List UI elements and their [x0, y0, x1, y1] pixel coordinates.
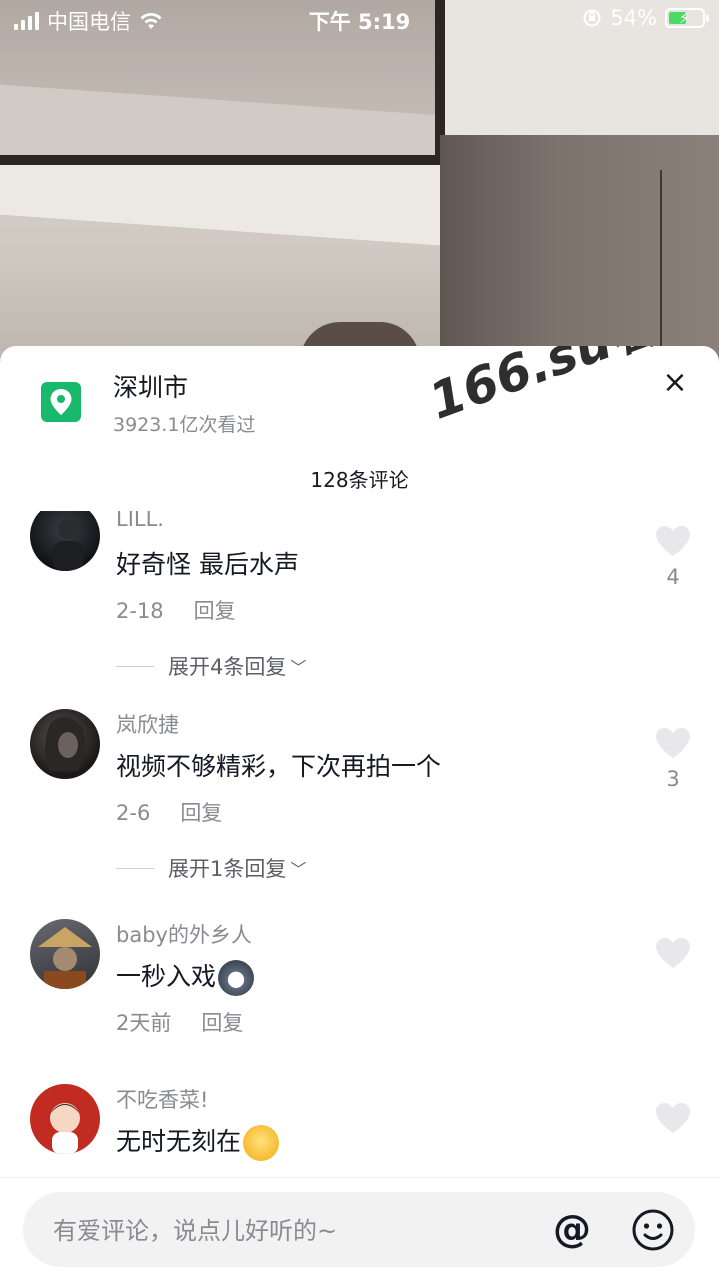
- like-button[interactable]: [655, 525, 691, 557]
- comment-date: 2天前: [116, 1011, 172, 1035]
- reply-button[interactable]: 回复: [201, 1011, 243, 1035]
- comment-input[interactable]: [51, 1192, 535, 1269]
- like-count: 3: [666, 767, 680, 791]
- battery-percent: 54%: [610, 6, 657, 30]
- chevron-down-icon: ﹀: [290, 658, 307, 677]
- avatar[interactable]: [30, 709, 100, 779]
- heart-icon: [656, 526, 690, 556]
- location-name: 深圳市: [113, 373, 189, 402]
- comment-item: 岚欣捷 视频不够精彩，下次再拍一个 2-6 回复 3 展开1条回复 ﹀: [0, 709, 719, 909]
- like-count: 4: [666, 565, 680, 589]
- heart-icon: [656, 1103, 690, 1133]
- location-card[interactable]: 深圳市 3923.1亿次看过: [0, 346, 719, 446]
- expand-replies-label: 展开4条回复: [168, 655, 287, 679]
- comment-text: 一秒入戏: [116, 957, 255, 996]
- comment-list[interactable]: LILL. 好奇怪 最后水声 2-18 回复 4 展开4条回复 ﹀ 岚欣捷 视频不够…: [0, 511, 719, 1175]
- husky-sticker-icon: [218, 960, 255, 996]
- comment-date: 2-6: [116, 801, 151, 825]
- comment-username[interactable]: 不吃香菜!: [116, 1084, 208, 1114]
- comment-text-content: 一秒入戏: [116, 962, 217, 991]
- comment-item: LILL. 好奇怪 最后水声 2-18 回复 4 展开4条回复 ﹀: [0, 511, 719, 681]
- avatar[interactable]: [30, 511, 100, 571]
- comment-username[interactable]: 岚欣捷: [116, 709, 179, 739]
- expand-replies-button[interactable]: 展开1条回复 ﹀: [116, 853, 306, 883]
- heart-icon: [656, 938, 690, 968]
- expand-replies-button[interactable]: 展开4条回复 ﹀: [116, 651, 306, 681]
- rotation-lock-icon: [583, 9, 601, 27]
- like-button[interactable]: [655, 937, 691, 969]
- avatar[interactable]: [30, 919, 100, 989]
- comment-item: 不吃香菜! 无时无刻在: [0, 1084, 719, 1175]
- chevron-down-icon: ﹀: [290, 860, 307, 879]
- comment-date: 2-18: [116, 599, 164, 623]
- comment-count-title: 128条评论: [310, 468, 409, 492]
- mention-button[interactable]: @: [553, 1208, 591, 1250]
- reply-button[interactable]: 回复: [194, 599, 236, 623]
- emoji-button-icon[interactable]: [631, 1208, 675, 1252]
- avatar[interactable]: [30, 1084, 100, 1154]
- location-views: 3923.1亿次看过: [113, 414, 256, 436]
- expand-replies-label: 展开1条回复: [168, 857, 287, 881]
- comment-input-bar: @: [0, 1177, 719, 1280]
- location-pin-icon: [41, 382, 81, 422]
- video-background[interactable]: [0, 0, 719, 360]
- comment-input-box: @: [23, 1192, 695, 1269]
- status-bar: 中国电信 下午 5:19 54% ⚡: [0, 0, 719, 40]
- like-button[interactable]: [655, 1102, 691, 1134]
- comment-text-content: 无时无刻在: [116, 1127, 242, 1156]
- comment-sheet: 深圳市 3923.1亿次看过 × 166.su看完整版 128条评论 LILL.…: [0, 346, 719, 1280]
- comment-text: 好奇怪 最后水声: [116, 550, 299, 579]
- video-cabinet: [440, 135, 719, 360]
- close-icon[interactable]: ×: [660, 368, 690, 398]
- grin-emoji-icon: [243, 1125, 280, 1161]
- comment-text: 无时无刻在: [116, 1122, 280, 1161]
- reply-button[interactable]: 回复: [180, 801, 222, 825]
- video-cabinet-edge: [660, 170, 662, 360]
- battery-icon: ⚡: [665, 8, 709, 28]
- comment-username[interactable]: baby的外乡人: [116, 919, 252, 949]
- comment-username[interactable]: LILL.: [116, 511, 164, 531]
- comment-item: baby的外乡人 一秒入戏 2天前 回复: [0, 919, 719, 1069]
- heart-icon: [656, 728, 690, 758]
- like-button[interactable]: [655, 727, 691, 759]
- comment-text: 视频不够精彩，下次再拍一个: [116, 752, 442, 781]
